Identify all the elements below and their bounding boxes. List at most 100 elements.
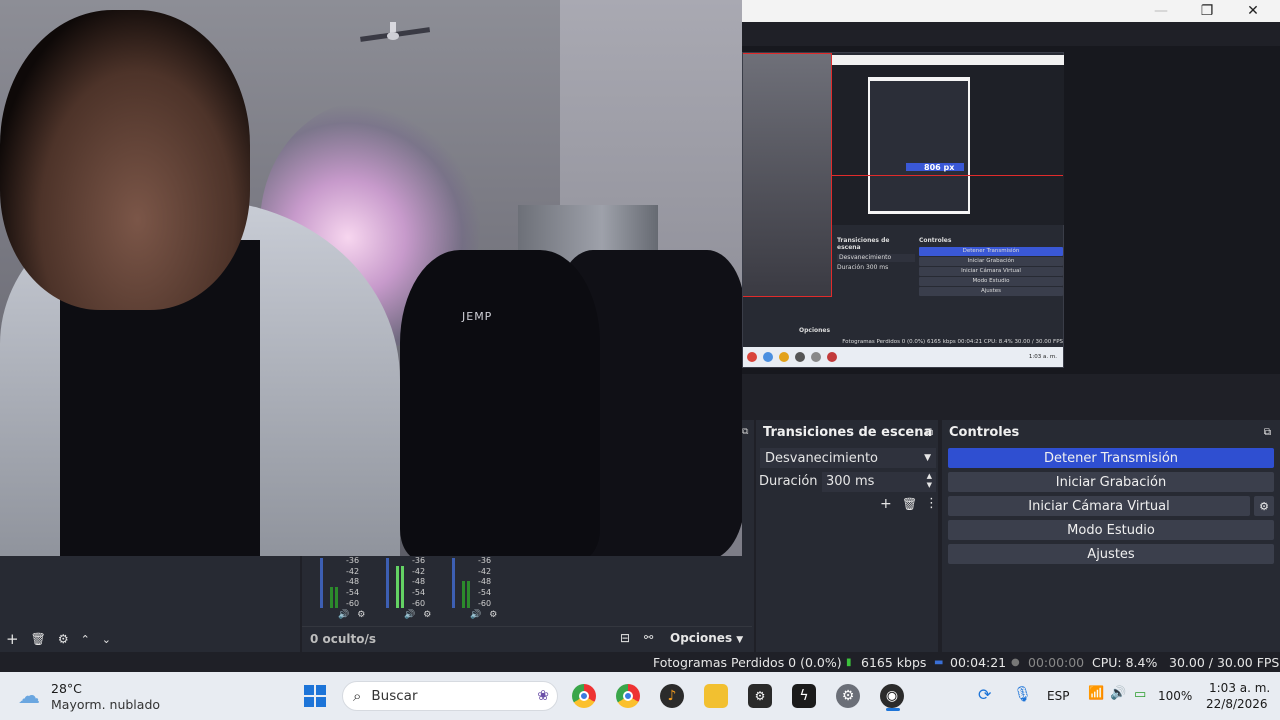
arrow-down-icon[interactable]: ⌄ <box>102 633 111 646</box>
fl-studio-icon[interactable]: ♪ <box>660 684 684 708</box>
nested-status: Fotogramas Perdidos 0 (0.0%) 6165 kbps 0… <box>842 339 1063 345</box>
advanced-audio-icon[interactable]: ⚯ <box>644 631 653 644</box>
record-icon: ● <box>1011 657 1020 668</box>
db-tick-label: -36 <box>346 556 360 565</box>
meter-level <box>401 565 404 608</box>
channel-settings-icon[interactable]: ⚙ <box>423 610 431 620</box>
meter-controls: 🔊 ⚙ <box>470 610 497 620</box>
add-transition-icon[interactable]: + <box>880 496 892 512</box>
meter-level <box>335 587 338 608</box>
channel-settings-icon[interactable]: ⚙ <box>489 610 497 620</box>
db-tick-label: -48 <box>412 577 426 587</box>
volume-icon[interactable]: 🔊 <box>1110 686 1126 701</box>
db-tick-label: -54 <box>478 588 492 598</box>
start-recording-button[interactable]: Iniciar Grabación <box>948 472 1274 492</box>
window-titlebar: — ❐ ✕ <box>742 0 1280 22</box>
settings-button[interactable]: Ajustes <box>948 544 1274 564</box>
sync-icon[interactable]: ⟳ <box>978 685 991 704</box>
db-tick-label: -60 <box>478 598 492 608</box>
add-icon[interactable]: + <box>6 630 19 648</box>
db-tick-label: -60 <box>412 598 426 608</box>
meter-controls: 🔊 ⚙ <box>338 610 365 620</box>
scene-transitions-title: Transiciones de escena ⧉ <box>763 424 933 440</box>
float-dock-icon[interactable]: ⧉ <box>926 427 933 438</box>
more-options-icon[interactable]: ⋮ <box>925 496 938 511</box>
weather-cloud-icon[interactable]: ☁ <box>18 684 40 709</box>
nested-controls-panel: Controles Detener Transmisión Iniciar Gr… <box>919 237 1063 297</box>
clock-time[interactable]: 1:03 a. m. <box>1209 681 1270 695</box>
meter-level <box>330 587 333 608</box>
audio-meter: -36 -42 -48 -54 -60 🔊 ⚙ <box>320 556 380 626</box>
db-tick-label: -42 <box>478 566 492 576</box>
nested-webcam <box>743 53 831 297</box>
wifi-icon[interactable]: 📶 <box>1088 686 1104 701</box>
windows-start-icon[interactable] <box>303 684 327 708</box>
meter-level <box>467 580 470 608</box>
bolt-app-icon[interactable]: ϟ <box>792 684 816 708</box>
microphone-icon[interactable]: 🎙 <box>1013 685 1032 703</box>
app-icon[interactable]: ⚙ <box>748 684 772 708</box>
chrome-profile-icon[interactable] <box>616 684 640 708</box>
mute-icon[interactable]: 🔊 <box>338 610 349 620</box>
preview-bottom-band <box>742 374 1280 420</box>
mute-icon[interactable]: 🔊 <box>404 610 415 620</box>
ceiling-fan-icon <box>360 22 430 42</box>
nested-options: Opciones <box>799 327 831 334</box>
settings-icon[interactable]: ⚙ <box>836 684 860 708</box>
record-time: 00:00:00 <box>1028 655 1085 670</box>
db-tick-label: -42 <box>412 566 426 576</box>
stop-streaming-button[interactable]: Detener Transmisión <box>948 448 1274 468</box>
hidden-count-label: 0 oculto/s <box>310 632 377 646</box>
audio-meter: -36 -42 -48 -54 -60 🔊 ⚙ <box>386 556 446 626</box>
battery-percent[interactable]: 100% <box>1158 689 1192 703</box>
search-placeholder: Buscar <box>371 688 418 704</box>
close-button[interactable]: ✕ <box>1230 0 1276 22</box>
studio-mode-button[interactable]: Modo Estudio <box>948 520 1274 540</box>
nested-titlebar <box>831 55 1064 65</box>
transition-select[interactable]: Desvanecimiento ▼ <box>760 448 936 468</box>
battery-icon[interactable]: ▭ <box>1134 687 1146 702</box>
trash-icon[interactable]: 🗑 <box>31 632 46 646</box>
audio-options-button[interactable]: Opciones ▼ <box>670 631 743 645</box>
taskbar-search[interactable]: ⌕ Buscar ❀ <box>342 681 558 711</box>
float-dock-icon[interactable]: ⧉ <box>1264 427 1271 438</box>
trash-icon[interactable]: 🗑 <box>902 497 917 511</box>
duration-spinbox[interactable]: 300 ms ▲ ▼ <box>822 472 936 492</box>
spin-arrows-icon[interactable]: ▲ ▼ <box>927 472 932 490</box>
duration-label: Duración <box>759 474 818 489</box>
mute-icon[interactable]: 🔊 <box>470 610 481 620</box>
maximize-button[interactable]: ❐ <box>1184 0 1230 22</box>
webcam-preview: JEMP <box>0 0 742 556</box>
dock-float-icon[interactable]: ⧉ <box>742 427 748 437</box>
search-icon: ⌕ <box>353 687 362 705</box>
weather-temp[interactable]: 28°C <box>51 681 82 696</box>
gear-icon[interactable]: ⚙ <box>58 632 69 646</box>
channel-settings-icon[interactable]: ⚙ <box>357 610 365 620</box>
cpu-usage: CPU: 8.4% <box>1092 655 1158 670</box>
audio-meter: -36 -42 -48 -54 -60 🔊 ⚙ <box>452 556 512 626</box>
language-indicator[interactable]: ESP <box>1047 689 1069 703</box>
layout-icon[interactable]: ⊟ <box>620 631 630 645</box>
db-tick-label: -36 <box>412 556 426 565</box>
chevron-down-icon: ▼ <box>924 453 931 463</box>
menu-strip <box>742 22 1280 46</box>
controls-title: Controles ⧉ <box>949 424 1271 440</box>
scenes-toolbar: + 🗑 ⚙ ⌃ ⌄ <box>0 626 300 652</box>
obs-icon[interactable]: ◉ <box>880 684 904 708</box>
clock-date[interactable]: 22/8/2026 <box>1206 697 1268 711</box>
chair-brand-logo: JEMP <box>462 310 493 323</box>
db-tick-label: -42 <box>346 566 360 576</box>
selection-border-bottom <box>743 296 832 297</box>
stream-icon: ▬ <box>934 657 944 668</box>
arrow-up-icon[interactable]: ⌃ <box>81 633 90 646</box>
minimize-button[interactable]: — <box>1138 0 1184 22</box>
weather-desc[interactable]: Mayorm. nublado <box>51 697 160 712</box>
chrome-icon[interactable] <box>572 684 596 708</box>
virtual-camera-settings-gear-icon[interactable]: ⚙ <box>1254 496 1274 516</box>
meter-controls: 🔊 ⚙ <box>404 610 431 620</box>
nested-display-capture[interactable]: 806 px Transiciones de escena Desvanecim… <box>742 52 1064 368</box>
meter-bar <box>386 558 389 608</box>
nested-inner-capture: 806 px <box>868 77 970 214</box>
start-virtual-camera-button[interactable]: Iniciar Cámara Virtual <box>948 496 1250 516</box>
file-explorer-icon[interactable] <box>704 684 728 708</box>
